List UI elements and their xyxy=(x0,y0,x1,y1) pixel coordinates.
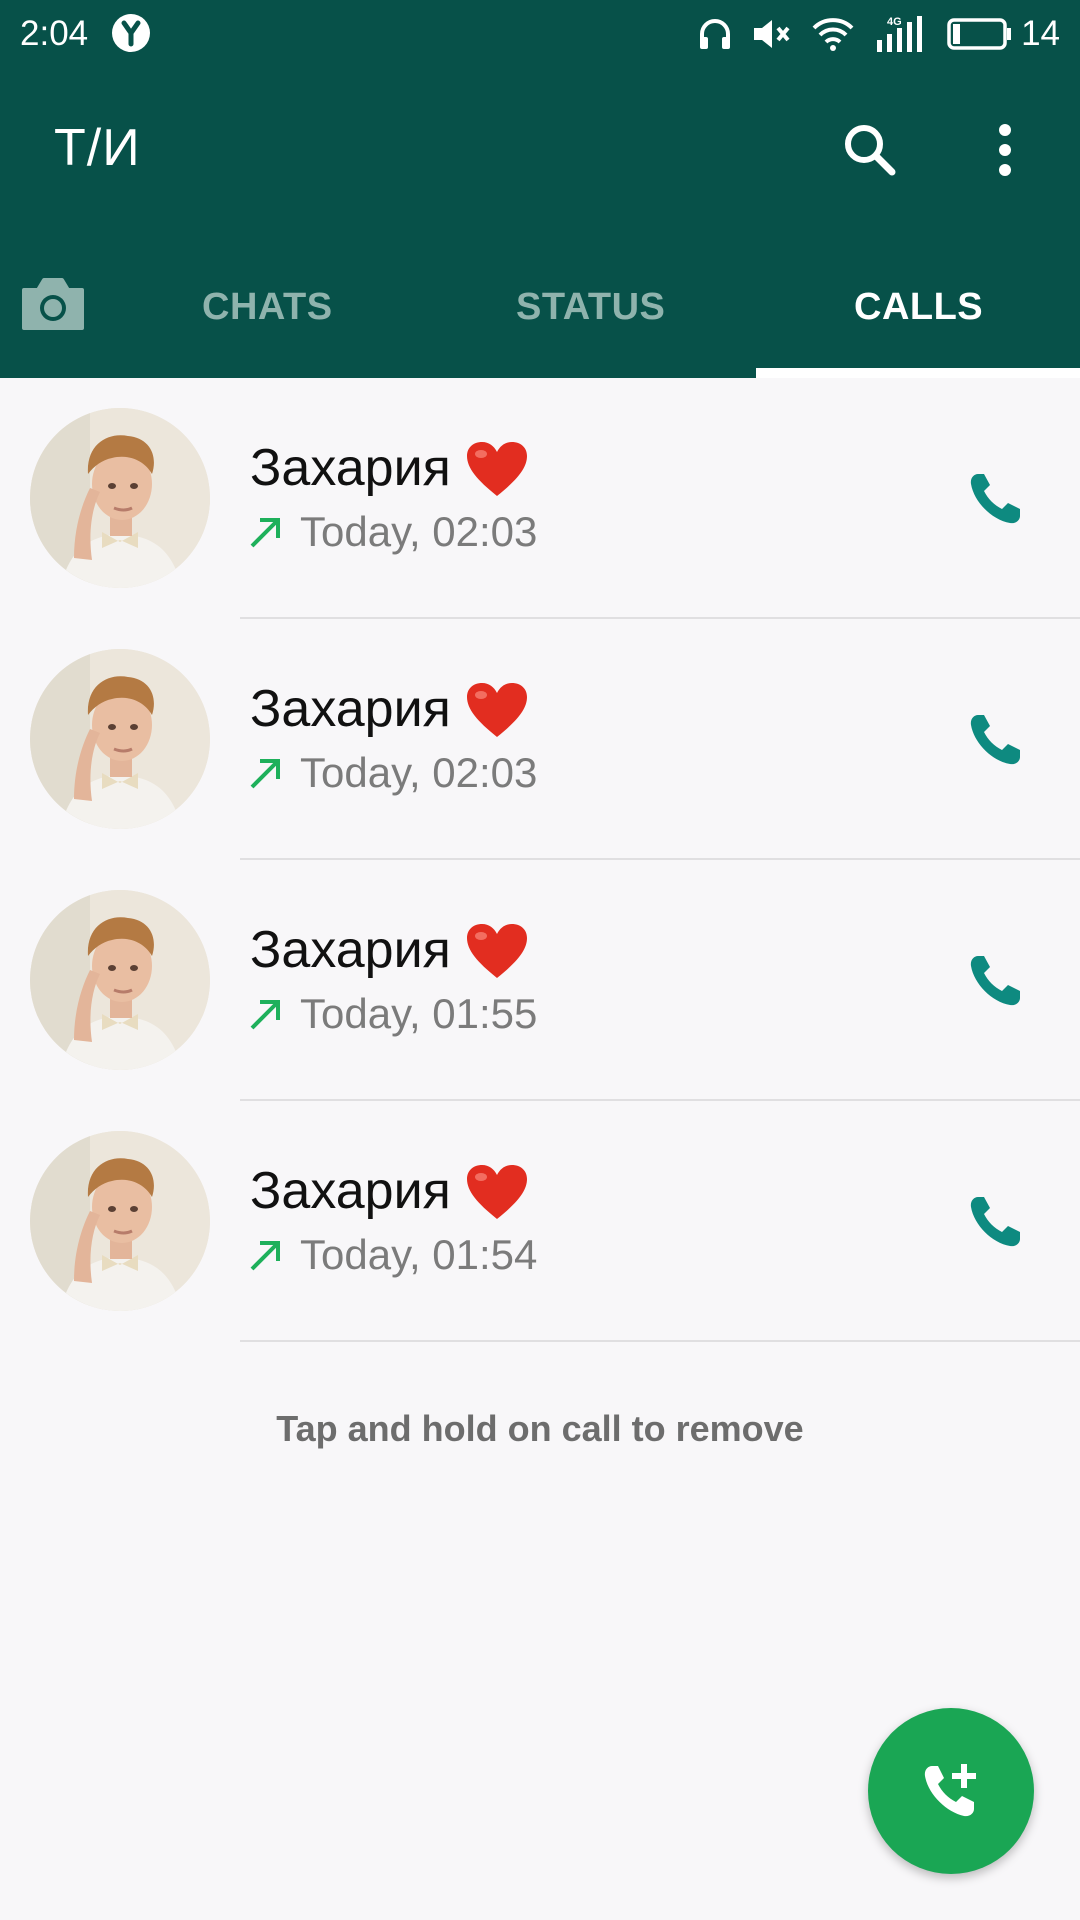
camera-icon[interactable] xyxy=(20,276,86,332)
toolbar: Т/И xyxy=(0,68,1080,234)
tab-bar: CHATS STATUS CALLS xyxy=(0,234,1080,378)
cellular-signal-icon: 4G xyxy=(877,16,923,52)
call-timestamp: Today, 02:03 xyxy=(300,508,538,555)
red-heart-icon xyxy=(465,1163,529,1223)
svg-text:4G: 4G xyxy=(887,16,902,28)
more-options-icon[interactable] xyxy=(985,120,1025,180)
active-tab-indicator xyxy=(756,368,1080,378)
row-divider xyxy=(240,1340,1080,1342)
contact-name: Захария xyxy=(250,1162,451,1220)
voice-call-button[interactable] xyxy=(966,709,1026,769)
outgoing-call-arrow-icon xyxy=(248,996,284,1032)
tab-status[interactable]: STATUS xyxy=(516,286,665,329)
contact-avatar[interactable] xyxy=(30,890,210,1070)
phone-icon xyxy=(970,1197,1020,1247)
remove-hint: Tap and hold on call to remove xyxy=(276,1408,804,1449)
call-row[interactable]: Захария Today, 01:55 xyxy=(0,860,1080,1101)
outgoing-call-arrow-icon xyxy=(248,514,284,550)
wifi-icon xyxy=(812,18,854,51)
contact-avatar[interactable] xyxy=(30,649,210,829)
phone-icon xyxy=(970,474,1020,524)
phone-icon xyxy=(970,956,1020,1006)
contact-avatar[interactable] xyxy=(30,408,210,588)
phone-icon xyxy=(970,715,1020,765)
app-header: 2:04 4G 14 Т/И CHATS STATUS CALLS xyxy=(0,0,1080,378)
contact-name: Захария xyxy=(250,921,451,979)
red-heart-icon xyxy=(465,681,529,741)
status-icons: 4G 14 xyxy=(697,10,1060,58)
voice-call-button[interactable] xyxy=(966,468,1026,528)
mute-icon xyxy=(754,20,790,48)
outgoing-call-arrow-icon xyxy=(248,755,284,791)
call-list: Захария Today, 02:03 Захария Today, 02:0… xyxy=(0,378,1080,1342)
battery-icon xyxy=(947,18,1012,50)
call-timestamp: Today, 01:55 xyxy=(300,990,538,1037)
tab-chats[interactable]: CHATS xyxy=(202,286,333,329)
voice-call-button[interactable] xyxy=(966,950,1026,1010)
browser-notification-icon xyxy=(112,14,150,52)
new-call-button[interactable] xyxy=(868,1708,1034,1874)
contact-name: Захария xyxy=(250,439,451,497)
call-row[interactable]: Захария Today, 02:03 xyxy=(0,378,1080,619)
voice-call-button[interactable] xyxy=(966,1191,1026,1251)
call-row[interactable]: Захария Today, 02:03 xyxy=(0,619,1080,860)
outgoing-call-arrow-icon xyxy=(248,1237,284,1273)
call-row[interactable]: Захария Today, 01:54 xyxy=(0,1101,1080,1342)
contact-name: Захария xyxy=(250,680,451,738)
red-heart-icon xyxy=(465,440,529,500)
contact-avatar[interactable] xyxy=(30,1131,210,1311)
whatsapp-calls-screen: 2:04 4G 14 Т/И CHATS STATUS CALLS Захари… xyxy=(0,0,1080,1920)
app-title: Т/И xyxy=(54,119,141,177)
search-icon[interactable] xyxy=(840,120,900,180)
add-call-icon xyxy=(924,1764,976,1817)
status-bar: 2:04 4G 14 xyxy=(0,0,1080,68)
call-timestamp: Today, 01:54 xyxy=(300,1231,538,1278)
headphones-icon xyxy=(700,19,731,49)
red-heart-icon xyxy=(465,922,529,982)
status-time: 2:04 xyxy=(20,14,89,53)
call-timestamp: Today, 02:03 xyxy=(300,749,538,796)
battery-level: 14 xyxy=(1021,14,1060,53)
tab-calls[interactable]: CALLS xyxy=(854,286,983,329)
